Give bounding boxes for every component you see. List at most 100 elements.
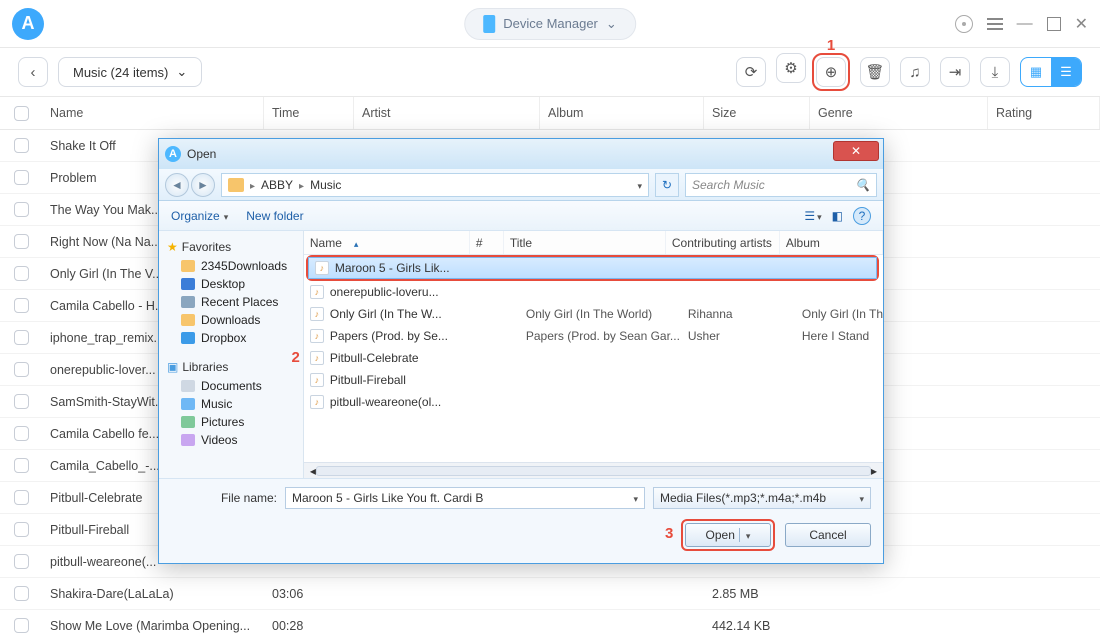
cancel-button[interactable]: Cancel bbox=[785, 523, 871, 547]
grid-view-button[interactable]: ▦ bbox=[1021, 58, 1051, 86]
window-controls: — bbox=[955, 14, 1088, 34]
music-file-icon: ♪ bbox=[310, 351, 324, 365]
table-row[interactable]: Shakira-Dare(LaLaLa) 03:06 2.85 MB bbox=[0, 578, 1100, 610]
search-input[interactable]: Search Music 🔍 bbox=[685, 173, 877, 197]
row-checkbox[interactable] bbox=[14, 234, 29, 249]
col-rating[interactable]: Rating bbox=[988, 97, 1100, 129]
sidebar-item-dropbox[interactable]: Dropbox bbox=[163, 329, 299, 347]
file-title: Only Girl (In The World) bbox=[520, 307, 682, 321]
nav-forward-button[interactable]: ► bbox=[191, 173, 215, 197]
sidebar-item-2345downloads[interactable]: 2345Downloads bbox=[163, 257, 299, 275]
file-row[interactable]: ♪ Pitbull-Fireball bbox=[304, 369, 883, 391]
row-checkbox[interactable] bbox=[14, 266, 29, 281]
close-button[interactable] bbox=[1075, 14, 1088, 34]
file-name: Pitbull-Fireball bbox=[330, 373, 486, 387]
fh-title[interactable]: Title bbox=[504, 231, 666, 254]
sidebar-favorites-head[interactable]: ★Favorites bbox=[163, 237, 299, 257]
path-dropdown-icon[interactable] bbox=[637, 178, 642, 192]
row-checkbox[interactable] bbox=[14, 490, 29, 505]
row-checkbox[interactable] bbox=[14, 618, 29, 633]
sidebar-item-desktop[interactable]: Desktop bbox=[163, 275, 299, 293]
breadcrumb[interactable]: Music (24 items) ⌄ bbox=[58, 57, 202, 87]
menu-icon[interactable] bbox=[987, 18, 1003, 30]
target-icon[interactable] bbox=[955, 15, 973, 33]
file-row[interactable]: ♪ onerepublic-loveru... bbox=[304, 281, 883, 303]
sidebar-libraries-head[interactable]: ▣Libraries bbox=[163, 357, 299, 377]
row-checkbox[interactable] bbox=[14, 202, 29, 217]
row-checkbox[interactable] bbox=[14, 458, 29, 473]
row-checkbox[interactable] bbox=[14, 522, 29, 537]
col-size[interactable]: Size bbox=[704, 97, 810, 129]
row-checkbox[interactable] bbox=[14, 170, 29, 185]
row-checkbox[interactable] bbox=[14, 298, 29, 313]
row-checkbox[interactable] bbox=[14, 394, 29, 409]
nav-refresh-button[interactable]: ↻ bbox=[655, 173, 679, 197]
sidebar-item-documents[interactable]: Documents bbox=[163, 377, 299, 395]
fh-name[interactable]: Name bbox=[304, 231, 470, 254]
filetype-select[interactable]: Media Files(*.mp3;*.m4a;*.m4b bbox=[653, 487, 871, 509]
to-device-button[interactable]: ⇥ bbox=[940, 57, 970, 87]
folder-icon bbox=[228, 178, 244, 192]
music-file-icon: ♪ bbox=[310, 285, 324, 299]
path-bar[interactable]: ABBY Music bbox=[221, 173, 649, 197]
view-options-button[interactable]: ☰ bbox=[804, 209, 821, 223]
preview-pane-button[interactable]: ◧ bbox=[832, 209, 843, 223]
path-crumb-root[interactable]: ABBY bbox=[261, 178, 293, 192]
chevron-down-icon: ⌄ bbox=[606, 16, 617, 32]
filename-dropdown-icon[interactable] bbox=[633, 491, 638, 505]
col-name[interactable]: Name bbox=[42, 97, 264, 129]
file-name: Only Girl (In The W... bbox=[330, 307, 486, 321]
delete-button[interactable]: 🗑 bbox=[860, 57, 890, 87]
sidebar-item-recent[interactable]: Recent Places bbox=[163, 293, 299, 311]
select-all-checkbox[interactable] bbox=[14, 106, 29, 121]
back-button[interactable]: ‹ bbox=[18, 57, 48, 87]
col-genre[interactable]: Genre bbox=[810, 97, 988, 129]
file-row[interactable]: ♪ Pitbull-Celebrate bbox=[304, 347, 883, 369]
export-button[interactable]: ⤓ bbox=[980, 57, 1010, 87]
to-itunes-button[interactable]: ♫ bbox=[900, 57, 930, 87]
row-checkbox[interactable] bbox=[14, 554, 29, 569]
list-view-button[interactable]: ☰ bbox=[1051, 58, 1081, 86]
col-time[interactable]: Time bbox=[264, 97, 354, 129]
file-row[interactable]: ♪ Maroon 5 - Girls Lik... bbox=[308, 257, 877, 279]
sidebar-item-pictures[interactable]: Pictures bbox=[163, 413, 299, 431]
refresh-button[interactable]: ⟳ bbox=[736, 57, 766, 87]
device-dropdown[interactable]: Device Manager ⌄ bbox=[464, 8, 636, 40]
file-row[interactable]: ♪ Only Girl (In The W... Only Girl (In T… bbox=[304, 303, 883, 325]
maximize-button[interactable] bbox=[1047, 17, 1061, 31]
file-name: Papers (Prod. by Se... bbox=[330, 329, 486, 343]
row-checkbox[interactable] bbox=[14, 330, 29, 345]
file-list-header: Name # Title Contributing artists Album bbox=[304, 231, 883, 255]
sidebar-item-music[interactable]: Music bbox=[163, 395, 299, 413]
organize-button[interactable]: Organize bbox=[171, 209, 228, 223]
settings-button[interactable]: ⚙ bbox=[776, 53, 806, 83]
dialog-close-button[interactable]: ✕ bbox=[833, 141, 879, 161]
add-button[interactable]: ⊕ bbox=[816, 57, 846, 87]
sidebar-item-downloads[interactable]: Downloads bbox=[163, 311, 299, 329]
minimize-button[interactable]: — bbox=[1017, 15, 1033, 33]
help-button[interactable]: ? bbox=[853, 207, 871, 225]
row-checkbox[interactable] bbox=[14, 586, 29, 601]
sidebar-item-videos[interactable]: Videos bbox=[163, 431, 299, 449]
row-checkbox[interactable] bbox=[14, 426, 29, 441]
fh-artist[interactable]: Contributing artists bbox=[666, 231, 780, 254]
new-folder-button[interactable]: New folder bbox=[246, 209, 303, 223]
file-row[interactable]: ♪ pitbull-weareone(ol... bbox=[304, 391, 883, 413]
open-button-highlight: 3 Open bbox=[681, 519, 775, 551]
open-button[interactable]: Open bbox=[685, 523, 771, 547]
row-checkbox[interactable] bbox=[14, 138, 29, 153]
filename-input[interactable]: Maroon 5 - Girls Like You ft. Cardi B bbox=[285, 487, 645, 509]
nav-back-button[interactable]: ◄ bbox=[165, 173, 189, 197]
badge-1: 1 bbox=[827, 37, 835, 54]
file-row[interactable]: ♪ Papers (Prod. by Se... Papers (Prod. b… bbox=[304, 325, 883, 347]
col-album[interactable]: Album bbox=[540, 97, 704, 129]
fh-album[interactable]: Album bbox=[780, 231, 883, 254]
dialog-title: Open bbox=[187, 147, 216, 161]
row-checkbox[interactable] bbox=[14, 362, 29, 377]
fh-num[interactable]: # bbox=[470, 231, 504, 254]
col-artist[interactable]: Artist bbox=[354, 97, 540, 129]
h-scrollbar[interactable]: ◂▸ bbox=[304, 462, 883, 478]
cell-time: 00:28 bbox=[264, 619, 354, 633]
path-crumb-folder[interactable]: Music bbox=[310, 178, 341, 192]
table-row[interactable]: Show Me Love (Marimba Opening... 00:28 4… bbox=[0, 610, 1100, 640]
